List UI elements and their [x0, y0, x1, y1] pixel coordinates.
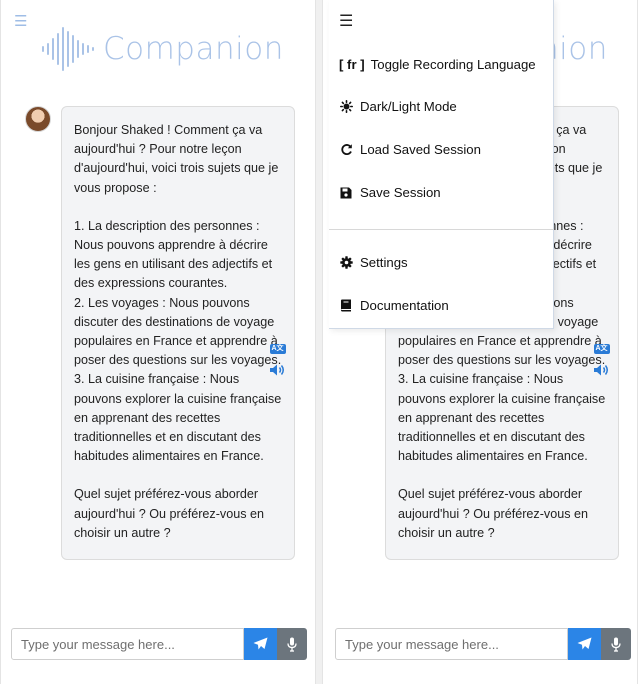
speaker-icon[interactable] [269, 363, 286, 377]
message-paragraph: 1. La description des personnes : Nous p… [74, 218, 282, 464]
menu-item-label: Documentation [360, 298, 449, 313]
menu-item-dark-light-mode[interactable]: Dark/Light Mode [339, 99, 457, 114]
menu-item-label: Load Saved Session [360, 142, 481, 157]
menu-item-toggle-recording-language[interactable]: [ fr ] Toggle Recording Language [339, 57, 536, 72]
paper-plane-icon [577, 637, 592, 650]
menu-item-label: Settings [360, 255, 408, 270]
message-composer [335, 628, 631, 660]
menu-item-label: Dark/Light Mode [360, 99, 457, 114]
avatar [25, 106, 51, 132]
menu-divider [329, 229, 554, 230]
message-paragraph: Quel sujet préférez-vous aborder aujourd… [398, 487, 589, 540]
menu-item-label: Save Session [360, 185, 441, 200]
message-paragraph: Quel sujet préférez-vous aborder aujourd… [74, 487, 265, 540]
reload-icon [339, 143, 353, 156]
translate-icon[interactable]: A文 [593, 344, 610, 354]
assistant-message: Bonjour Shaked ! Comment ça va aujourd'h… [61, 106, 295, 561]
microphone-button[interactable] [601, 628, 631, 660]
gear-sun-icon [339, 100, 353, 113]
microphone-icon [287, 637, 297, 652]
chat-panel-default: ☰ Companion Bonjour Shaked ! Comment ça … [0, 0, 316, 684]
hamburger-icon[interactable]: ☰ [14, 14, 27, 29]
menu-item-label: Toggle Recording Language [370, 57, 536, 72]
message-input[interactable] [11, 628, 244, 660]
hamburger-icon[interactable]: ☰ [339, 14, 353, 30]
send-button[interactable] [244, 628, 277, 660]
floppy-disk-icon [339, 187, 353, 199]
speaker-icon[interactable] [593, 363, 610, 377]
microphone-icon [611, 637, 621, 652]
message-actions: A文 [269, 344, 286, 377]
translate-icon[interactable]: A文 [269, 344, 286, 354]
book-icon [339, 299, 353, 312]
gear-icon [339, 256, 353, 269]
paper-plane-icon [253, 637, 268, 650]
menu-item-settings[interactable]: Settings [339, 255, 408, 270]
chat-panel-menu-open: Companion Bonjour Shaked ! Comment ça va… [322, 0, 638, 684]
waveform-icon [42, 27, 94, 71]
menu-item-documentation[interactable]: Documentation [339, 298, 449, 313]
menu-item-load-saved-session[interactable]: Load Saved Session [339, 142, 481, 157]
message-paragraph: Bonjour Shaked ! Comment ça va aujourd'h… [74, 123, 279, 195]
main-menu: ☰ [ fr ] Toggle Recording Language Dark/… [329, 0, 554, 329]
microphone-button[interactable] [277, 628, 307, 660]
app-logo: Companion [39, 26, 284, 72]
language-tag: [ fr ] [339, 57, 365, 72]
message-actions: A文 [593, 344, 610, 377]
send-button[interactable] [568, 628, 601, 660]
message-input[interactable] [335, 628, 568, 660]
message-composer [11, 628, 307, 660]
app-title: Companion [103, 31, 284, 67]
menu-item-save-session[interactable]: Save Session [339, 185, 441, 200]
